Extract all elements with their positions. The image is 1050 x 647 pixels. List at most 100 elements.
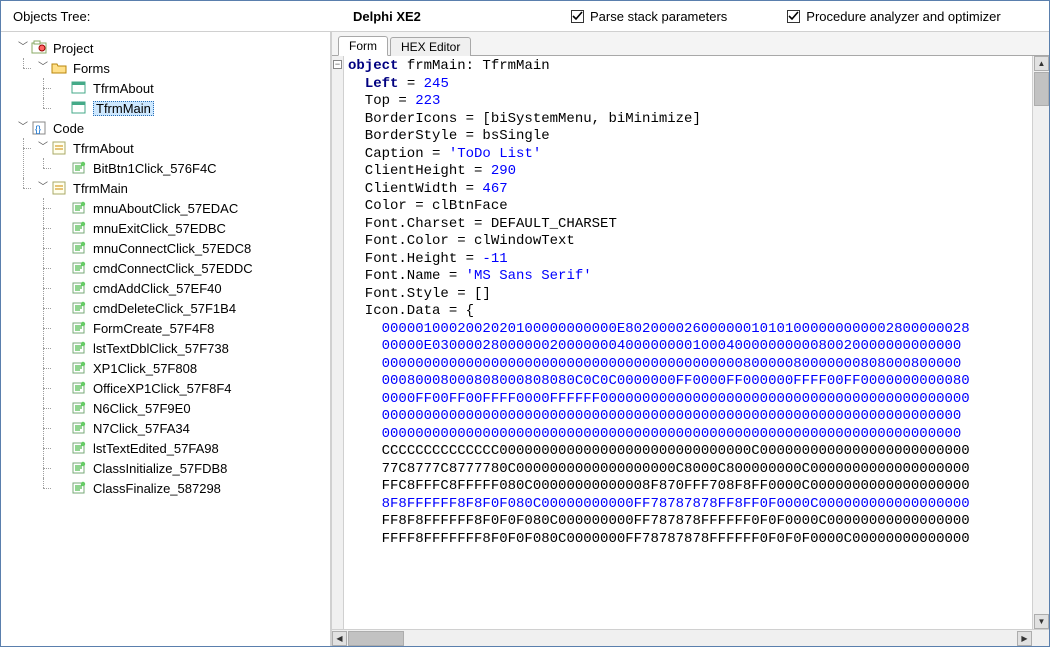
tree-title: Objects Tree: [13,9,353,24]
tree-label: cmdConnectClick_57EDDC [91,261,255,276]
tree-label: mnuConnectClick_57EDC8 [91,241,253,256]
method-icon [71,400,87,416]
scroll-left-button[interactable]: ◀ [332,631,347,646]
tree-node-method[interactable]: lstTextDblClick_57F738 [53,338,330,358]
scroll-down-button[interactable]: ▼ [1034,614,1049,629]
tree-node-form-about[interactable]: TfrmAbout [53,78,330,98]
tree-node-method[interactable]: cmdConnectClick_57EDDC [53,258,330,278]
vertical-scrollbar[interactable]: ▲ ▼ [1032,56,1049,629]
tree-label: mnuExitClick_57EDBC [91,221,228,236]
tree-node-method[interactable]: XP1Click_57F808 [53,358,330,378]
tree-node-method[interactable]: FormCreate_57F4F8 [53,318,330,338]
checkbox-icon [787,10,800,23]
parse-stack-checkbox-wrap[interactable]: Parse stack parameters [571,9,727,24]
proc-analyzer-label: Procedure analyzer and optimizer [806,9,1000,24]
brand-label: Delphi XE2 [353,9,553,24]
expander-icon[interactable]: ﹀ [17,38,29,58]
objects-tree[interactable]: ﹀ Project ﹀ [1,38,330,498]
tree-label: Project [51,41,95,56]
tree-node-code[interactable]: ﹀ {} Code [13,118,330,138]
scroll-right-button[interactable]: ▶ [1017,631,1032,646]
tree-node-project[interactable]: ﹀ Project [13,38,330,58]
tree-label: cmdAddClick_57EF40 [91,281,224,296]
class-icon [51,180,67,196]
checkbox-icon [571,10,584,23]
tree-node-method[interactable]: lstTextEdited_57FA98 [53,438,330,458]
editor-pane: Form HEX Editor − object frmMain: TfrmMa… [331,32,1049,646]
fold-gutter: − [332,56,344,629]
fold-toggle-icon[interactable]: − [333,60,342,69]
proc-analyzer-checkbox-wrap[interactable]: Procedure analyzer and optimizer [787,9,1000,24]
tree-node-forms[interactable]: ﹀ Forms [33,58,330,78]
tree-label: TfrmMain [71,181,130,196]
tree-node-method[interactable]: mnuConnectClick_57EDC8 [53,238,330,258]
tree-node-method[interactable]: OfficeXP1Click_57F8F4 [53,378,330,398]
scroll-up-button[interactable]: ▲ [1034,56,1049,71]
svg-text:{}: {} [35,124,41,134]
tree-label: N6Click_57F9E0 [91,401,193,416]
tree-node-code-main[interactable]: ﹀ TfrmMain [33,178,330,198]
top-toolbar: Objects Tree: Delphi XE2 Parse stack par… [1,1,1049,32]
form-icon [71,100,87,116]
code-icon: {} [31,120,47,136]
expander-icon[interactable]: ﹀ [37,58,49,78]
parse-stack-label: Parse stack parameters [590,9,727,24]
method-icon [71,240,87,256]
objects-tree-pane[interactable]: ﹀ Project ﹀ [1,32,331,646]
horizontal-scrollbar[interactable]: ◀ ▶ [332,629,1049,646]
method-icon [71,440,87,456]
method-icon [71,280,87,296]
tree-label: TfrmAbout [91,81,156,96]
method-icon [71,460,87,476]
method-icon [71,420,87,436]
form-icon [71,80,87,96]
method-icon [71,340,87,356]
tree-label: XP1Click_57F808 [91,361,199,376]
tree-label: mnuAboutClick_57EDAC [91,201,240,216]
scroll-thumb[interactable] [1034,72,1049,106]
tree-node-method[interactable]: cmdDeleteClick_57F1B4 [53,298,330,318]
scroll-corner [1032,630,1049,646]
tree-node-method[interactable]: cmdAddClick_57EF40 [53,278,330,298]
method-icon [71,260,87,276]
tree-label: FormCreate_57F4F8 [91,321,216,336]
tree-node-method[interactable]: mnuAboutClick_57EDAC [53,198,330,218]
method-icon [71,480,87,496]
tree-label: ClassFinalize_587298 [91,481,223,496]
tree-node-method[interactable]: ClassInitialize_57FDB8 [53,458,330,478]
expander-icon[interactable]: ﹀ [37,178,49,198]
tree-node-method[interactable]: N6Click_57F9E0 [53,398,330,418]
tree-label: Forms [71,61,112,76]
method-icon [71,220,87,236]
tree-label: OfficeXP1Click_57F8F4 [91,381,234,396]
method-icon [71,320,87,336]
app-window: Objects Tree: Delphi XE2 Parse stack par… [0,0,1050,647]
tree-label: cmdDeleteClick_57F1B4 [91,301,238,316]
method-icon [71,160,87,176]
project-icon [31,40,47,56]
tab-hex[interactable]: HEX Editor [390,37,471,56]
tree-label: lstTextEdited_57FA98 [91,441,221,456]
scroll-thumb[interactable] [348,631,404,646]
tree-node-method[interactable]: BitBtn1Click_576F4C [53,158,330,178]
tree-label: lstTextDblClick_57F738 [91,341,231,356]
method-icon [71,380,87,396]
tab-form[interactable]: Form [338,36,388,56]
tree-label: N7Click_57FA34 [91,421,192,436]
tree-node-form-main[interactable]: TfrmMain [53,98,330,118]
tree-node-method[interactable]: ClassFinalize_587298 [53,478,330,498]
tree-node-method[interactable]: N7Click_57FA34 [53,418,330,438]
code-editor[interactable]: object frmMain: TfrmMain Left = 245 Top … [344,56,1032,629]
class-icon [51,140,67,156]
tree-label: TfrmMain [93,101,154,116]
editor-tabs: Form HEX Editor [332,32,1049,56]
expander-icon[interactable]: ﹀ [37,138,49,158]
expander-icon[interactable]: ﹀ [17,118,29,138]
method-icon [71,360,87,376]
tree-label: BitBtn1Click_576F4C [91,161,219,176]
tree-label: Code [51,121,86,136]
tree-node-method[interactable]: mnuExitClick_57EDBC [53,218,330,238]
tree-node-code-about[interactable]: ﹀ TfrmAbout [33,138,330,158]
method-icon [71,200,87,216]
folder-icon [51,60,67,76]
